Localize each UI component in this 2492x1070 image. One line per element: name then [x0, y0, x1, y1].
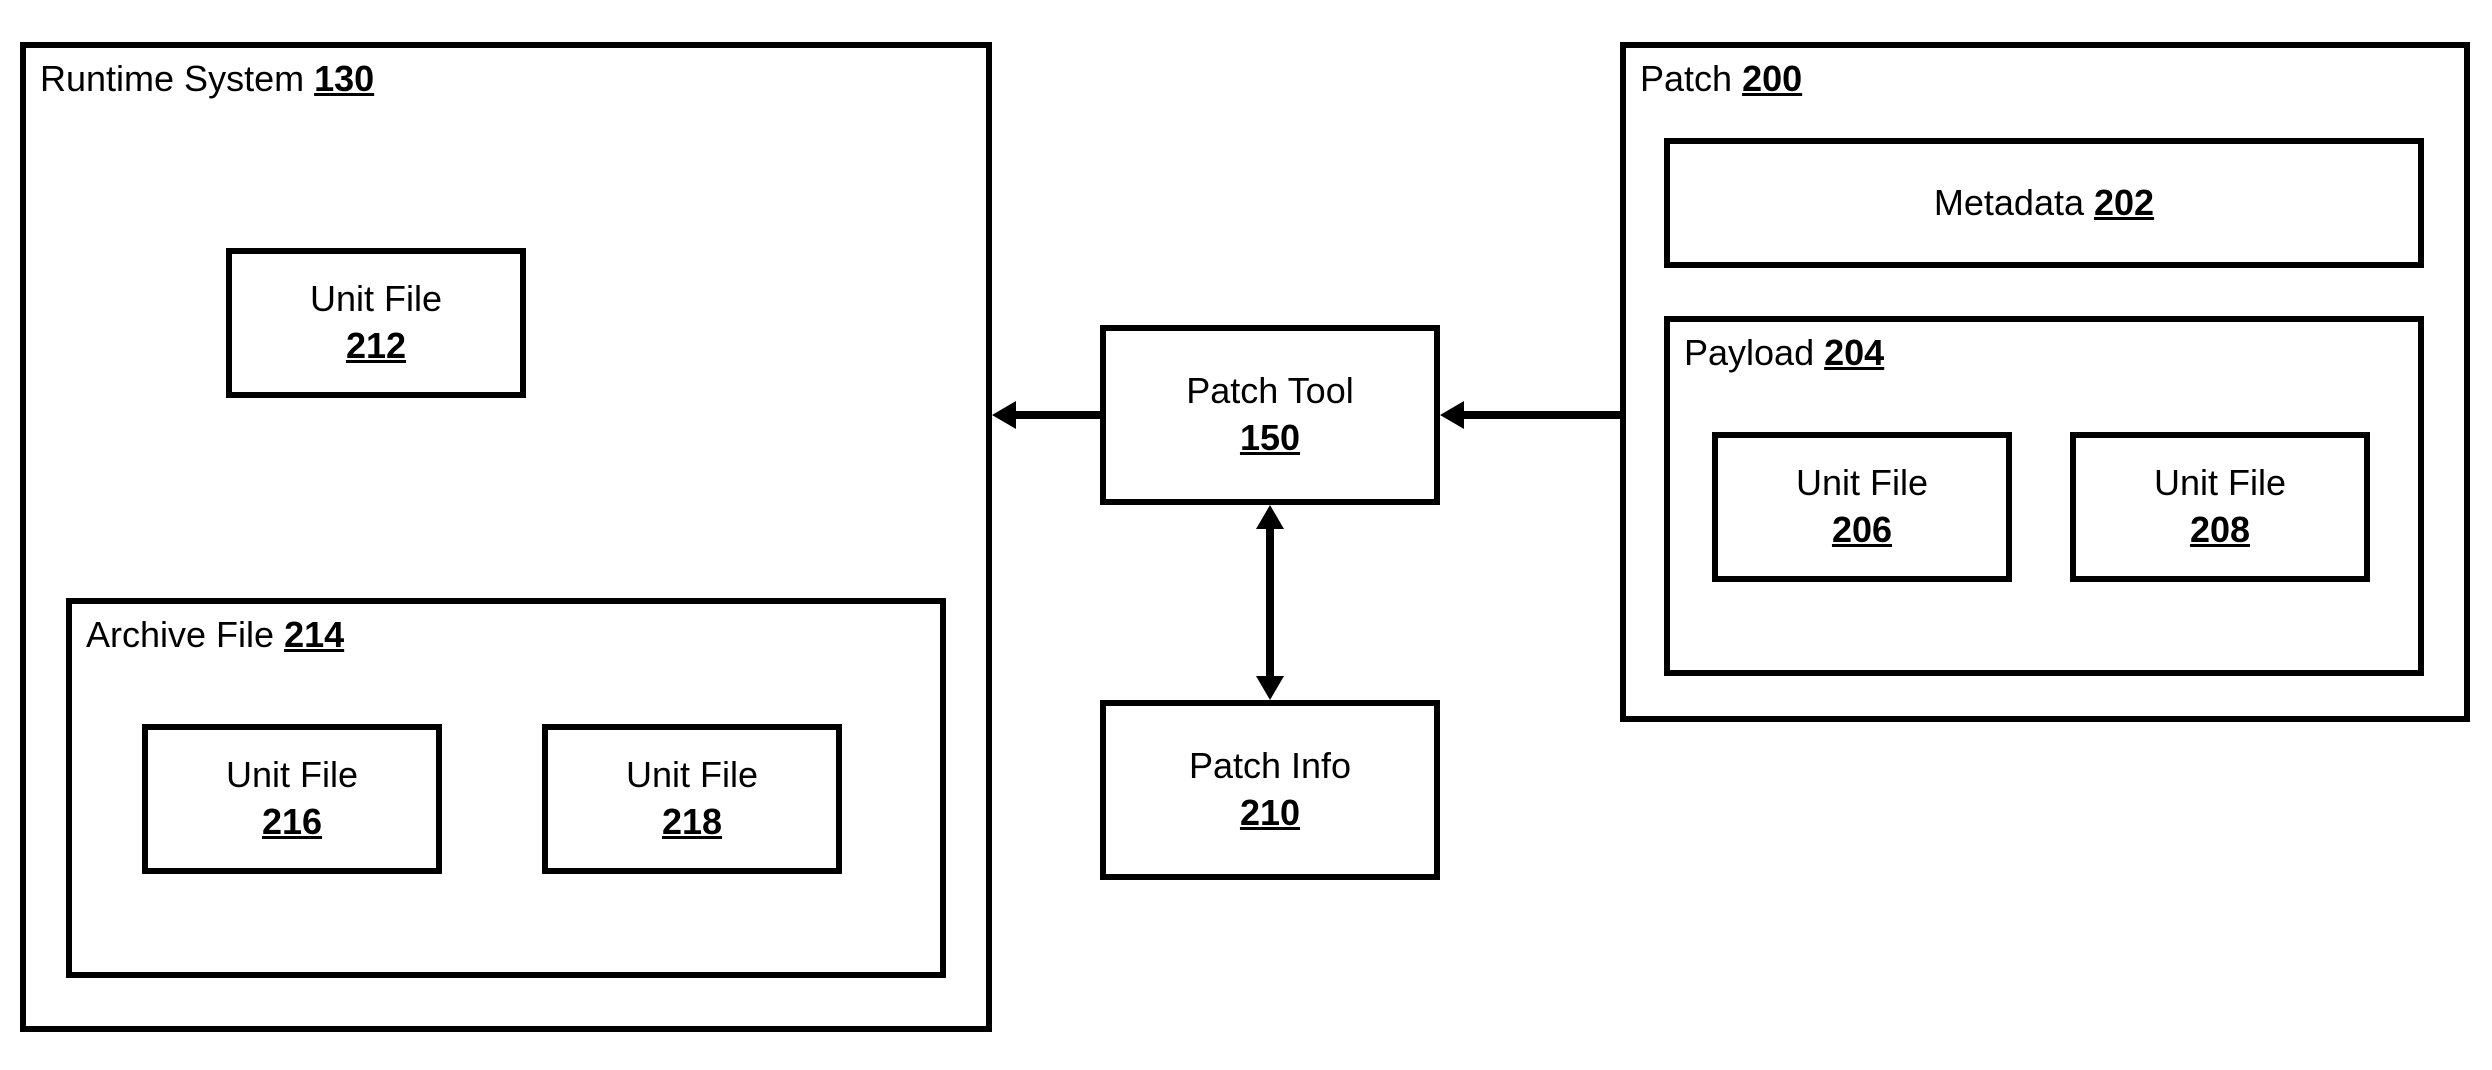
arrow-patchtool-patchinfo	[1250, 505, 1290, 700]
patch-tool-label: Patch Tool	[1186, 370, 1353, 411]
metadata-ref: 202	[2094, 182, 2154, 223]
unit-file-218-label: Unit File	[626, 754, 758, 795]
patch-info-label: Patch Info	[1189, 745, 1351, 786]
metadata-label: Metadata	[1934, 182, 2084, 223]
arrow-patchtool-to-runtime	[992, 395, 1100, 435]
runtime-system-container: Runtime System 130 Unit File 212 Archive…	[20, 42, 992, 1032]
unit-file-208: Unit File 208	[2070, 432, 2370, 582]
patch-info-ref: 210	[1240, 792, 1300, 833]
unit-file-216-ref: 216	[262, 801, 322, 842]
unit-file-218-ref: 218	[662, 801, 722, 842]
metadata-block: Metadata 202	[1664, 138, 2424, 268]
runtime-system-title: Runtime System 130	[40, 58, 374, 100]
payload-container: Payload 204 Unit File 206 Unit File 208	[1664, 316, 2424, 676]
runtime-system-label: Runtime System	[40, 58, 304, 99]
arrow-patch-to-patchtool	[1440, 395, 1620, 435]
payload-label: Payload	[1684, 332, 1814, 373]
unit-file-206-label: Unit File	[1796, 462, 1928, 503]
unit-file-216-label: Unit File	[226, 754, 358, 795]
unit-file-212-label: Unit File	[310, 278, 442, 319]
unit-file-206-ref: 206	[1832, 509, 1892, 550]
payload-ref: 204	[1824, 332, 1884, 373]
archive-file-title: Archive File 214	[86, 614, 344, 656]
unit-file-206: Unit File 206	[1712, 432, 2012, 582]
patch-info: Patch Info 210	[1100, 700, 1440, 880]
unit-file-218: Unit File 218	[542, 724, 842, 874]
archive-file-ref: 214	[284, 614, 344, 655]
runtime-system-ref: 130	[314, 58, 374, 99]
unit-file-216: Unit File 216	[142, 724, 442, 874]
patch-ref: 200	[1742, 58, 1802, 99]
unit-file-212-ref: 212	[346, 325, 406, 366]
patch-container: Patch 200 Metadata 202 Payload 204 Unit …	[1620, 42, 2470, 722]
unit-file-212: Unit File 212	[226, 248, 526, 398]
archive-file-label: Archive File	[86, 614, 274, 655]
payload-title: Payload 204	[1684, 332, 1884, 374]
unit-file-208-label: Unit File	[2154, 462, 2286, 503]
patch-tool: Patch Tool 150	[1100, 325, 1440, 505]
unit-file-208-ref: 208	[2190, 509, 2250, 550]
archive-file-container: Archive File 214 Unit File 216 Unit File…	[66, 598, 946, 978]
patch-tool-ref: 150	[1240, 417, 1300, 458]
patch-title: Patch 200	[1640, 58, 1802, 100]
patch-label: Patch	[1640, 58, 1732, 99]
